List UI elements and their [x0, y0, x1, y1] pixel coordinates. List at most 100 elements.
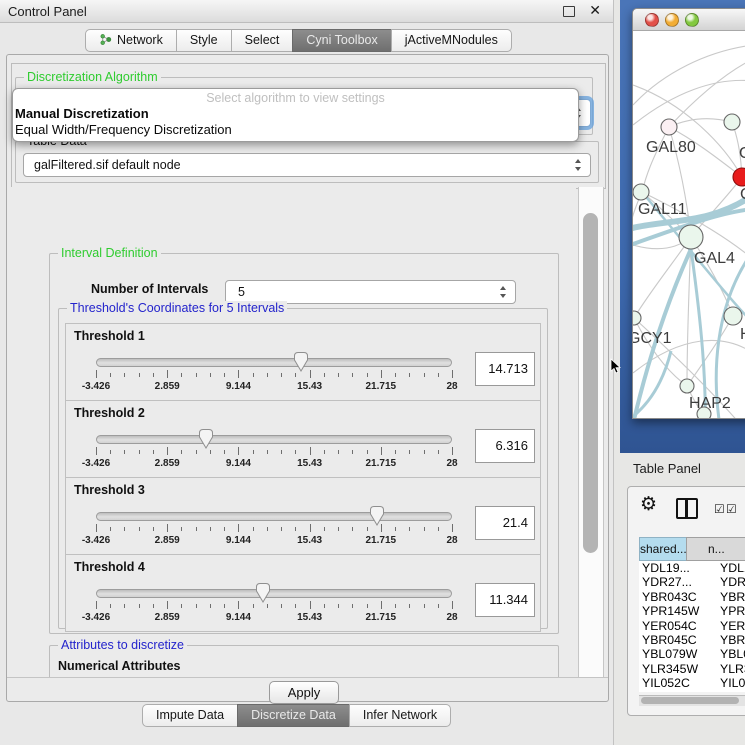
table-row[interactable]: YBL079WYBL0...	[639, 647, 745, 661]
cell-name: YLR3...	[712, 662, 745, 676]
algorithm-dropdown-popup: Select algorithm to view settings Manual…	[12, 88, 579, 142]
threshold-value-box[interactable]: 21.4	[475, 506, 535, 540]
network-graph: GAL80GACGAL11GAL4GCY1HHAP2	[633, 31, 745, 418]
network-node-gal11[interactable]	[633, 184, 649, 200]
table-panel: ⚙ ☑ ☑ shared...n... YDL19...YDL1...YDR27…	[627, 486, 745, 716]
threshold-label: Threshold 2	[74, 406, 145, 420]
network-node-label: H	[740, 326, 745, 343]
network-window-titlebar[interactable]	[633, 9, 745, 31]
table-row[interactable]: YPR145WYPR1...	[639, 604, 745, 618]
column-header-shared-name[interactable]: shared...	[639, 537, 687, 561]
combo-arrows-icon	[499, 286, 508, 298]
minimize-window-icon[interactable]	[665, 13, 679, 27]
slider-ticks	[96, 524, 452, 534]
network-node-ga[interactable]	[724, 114, 740, 130]
table-panel-title: Table Panel	[633, 461, 701, 476]
cell-name: YDR2...	[712, 575, 745, 589]
cyni-mode-tabs: Impute DataDiscretize DataInfer Network	[143, 704, 451, 727]
attributes-group-title: Attributes to discretize	[58, 638, 187, 652]
table-row[interactable]: YDL19...YDL1...	[639, 561, 745, 575]
table-settings-gear-icon[interactable]: ⚙	[640, 493, 657, 516]
table-horizontal-scrollbar[interactable]	[639, 695, 745, 706]
tab-style[interactable]: Style	[176, 29, 232, 52]
network-node-gal4[interactable]	[679, 225, 703, 249]
table-data-combo[interactable]: galFiltered.sif default node	[23, 153, 591, 177]
threshold-slider[interactable]: -3.4262.8599.14415.4321.71528	[96, 427, 452, 475]
cell-name: YER0...	[712, 619, 745, 633]
slider-track[interactable]	[96, 512, 452, 521]
tab-discretize-data[interactable]: Discretize Data	[237, 704, 350, 727]
tab-cyni-toolbox[interactable]: Cyni Toolbox	[292, 29, 391, 52]
slider-tick-label: -3.426	[82, 612, 110, 623]
threshold-panel-2: Threshold 2 -3.4262.8599.14415.4321.71528…	[65, 400, 541, 478]
table-row[interactable]: YBR045CYBR0...	[639, 633, 745, 647]
algorithm-option-manual[interactable]: Manual Discretization	[13, 106, 578, 122]
threshold-slider[interactable]: -3.4262.8599.14415.4321.71528	[96, 350, 452, 398]
slider-track[interactable]	[96, 589, 452, 598]
table-row[interactable]: YER054CYER0...	[639, 619, 745, 633]
zoom-window-icon[interactable]	[685, 13, 699, 27]
cell-shared-name: YLR345W	[639, 662, 712, 676]
threshold-value-box[interactable]: 6.316	[475, 429, 535, 463]
slider-ticks	[96, 601, 452, 611]
network-node-h[interactable]	[724, 307, 742, 325]
slider-track[interactable]	[96, 435, 452, 444]
column-layout-icon[interactable]	[676, 498, 698, 519]
table-row[interactable]: YLR345WYLR3...	[639, 662, 745, 676]
network-node[interactable]	[697, 407, 711, 418]
table-row[interactable]: YIL052CYIL0...	[639, 676, 745, 690]
slider-tick-label: 21.715	[366, 535, 397, 546]
cell-shared-name: YBR045C	[639, 633, 712, 647]
tab-select[interactable]: Select	[231, 29, 294, 52]
panel-scrollbar-thumb[interactable]	[583, 213, 598, 553]
table-panel-header: Table Panel	[620, 453, 745, 483]
node-table[interactable]: shared...n... YDL19...YDL1...YDR27...YDR…	[639, 537, 745, 692]
checkbox-icon[interactable]: ☑	[714, 502, 725, 516]
slider-tick-label: 15.43	[297, 535, 322, 546]
slider-tick-label: -3.426	[82, 535, 110, 546]
column-header-name[interactable]: n...	[686, 537, 745, 561]
algorithm-option-equal-width[interactable]: Equal Width/Frequency Discretization	[13, 122, 578, 138]
network-node-gal80[interactable]	[661, 119, 677, 135]
table-header-row[interactable]: shared...n...	[639, 537, 745, 561]
checkbox-icon[interactable]: ☑	[726, 502, 737, 516]
table-row[interactable]: YBR043CYBR0...	[639, 590, 745, 604]
cell-name: YIL0...	[712, 676, 745, 690]
network-window[interactable]: GAL80GACGAL11GAL4GCY1HHAP2	[632, 8, 745, 419]
network-node-c[interactable]	[733, 168, 745, 186]
tab-network[interactable]: Network	[85, 29, 177, 52]
tab-label: Cyni Toolbox	[306, 33, 377, 47]
table-row[interactable]: YDR27...YDR2...	[639, 575, 745, 589]
threshold-value-box[interactable]: 14.713	[475, 352, 535, 386]
control-panel-title: Control Panel	[8, 4, 87, 19]
cell-shared-name: YBR043C	[639, 590, 712, 604]
cell-name: YBR0...	[712, 590, 745, 604]
discretization-algorithm-group-title: Discretization Algorithm	[24, 70, 161, 84]
panel-vertical-scrollbar[interactable]	[578, 187, 604, 677]
tab-impute-data[interactable]: Impute Data	[142, 704, 238, 727]
threshold-slider[interactable]: -3.4262.8599.14415.4321.71528	[96, 581, 452, 629]
float-panel-icon[interactable]	[563, 6, 575, 17]
network-view-frame[interactable]: GAL80GACGAL11GAL4GCY1HHAP2	[620, 0, 745, 453]
slider-track[interactable]	[96, 358, 452, 367]
slider-tick-label: 2.859	[155, 612, 180, 623]
close-window-icon[interactable]	[645, 13, 659, 27]
table-scrollbar-thumb[interactable]	[641, 697, 739, 704]
tab-infer-network[interactable]: Infer Network	[349, 704, 451, 727]
slider-tick-label: 9.144	[226, 458, 251, 469]
apply-button[interactable]: Apply	[269, 681, 339, 704]
table-data-combo-value: galFiltered.sif default node	[34, 158, 181, 172]
network-node-label: GAL4	[694, 250, 735, 267]
network-canvas[interactable]: GAL80GACGAL11GAL4GCY1HHAP2	[633, 31, 745, 418]
slider-tick-label: -3.426	[82, 458, 110, 469]
threshold-slider[interactable]: -3.4262.8599.14415.4321.71528	[96, 504, 452, 552]
slider-tick-label: 2.859	[155, 535, 180, 546]
network-node-hap2[interactable]	[680, 379, 694, 393]
tab-jactivemnodules[interactable]: jActiveMNodules	[391, 29, 512, 52]
threshold-value-box[interactable]: 11.344	[475, 583, 535, 617]
combo-arrows-icon	[574, 159, 583, 171]
network-node-label: GCY1	[633, 330, 672, 347]
slider-tick-label: 9.144	[226, 612, 251, 623]
slider-tick-label: 2.859	[155, 381, 180, 392]
close-panel-icon[interactable]: ✕	[589, 2, 601, 19]
